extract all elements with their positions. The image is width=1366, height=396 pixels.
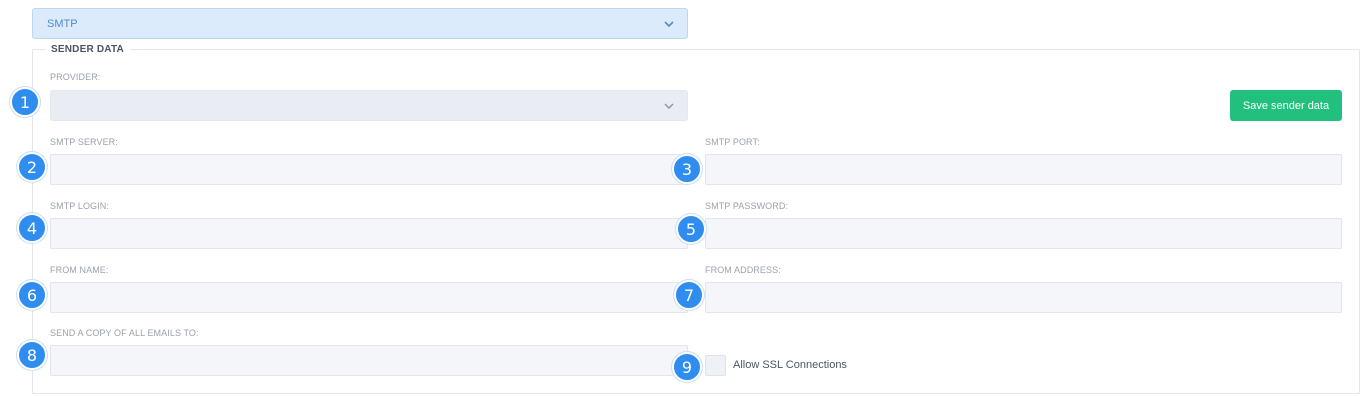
provider-select[interactable] bbox=[50, 90, 688, 121]
badge-5: 5 bbox=[676, 214, 706, 244]
badge-9: 9 bbox=[672, 352, 702, 382]
copy-emails-input[interactable] bbox=[50, 345, 688, 376]
save-sender-data-button[interactable]: Save sender data bbox=[1230, 90, 1342, 121]
provider-label: PROVIDER: bbox=[50, 72, 101, 82]
from-address-label: FROM ADDRESS: bbox=[705, 265, 781, 275]
smtp-port-input[interactable] bbox=[705, 154, 1342, 185]
smtp-server-input[interactable] bbox=[50, 154, 688, 185]
email-mode-value: SMTP bbox=[47, 17, 78, 30]
smtp-login-input[interactable] bbox=[50, 218, 688, 249]
allow-ssl-checkbox[interactable] bbox=[705, 355, 726, 376]
smtp-password-input[interactable] bbox=[705, 218, 1342, 249]
badge-4: 4 bbox=[17, 213, 47, 243]
chevron-down-icon bbox=[664, 103, 674, 109]
badge-7: 7 bbox=[674, 280, 704, 310]
smtp-port-label: SMTP PORT: bbox=[705, 137, 760, 147]
email-mode-select[interactable]: SMTP bbox=[32, 8, 688, 39]
badge-2: 2 bbox=[17, 152, 47, 182]
copy-emails-label: SEND A COPY OF ALL EMAILS TO: bbox=[50, 328, 199, 338]
badge-1: 1 bbox=[10, 87, 40, 117]
badge-8: 8 bbox=[17, 340, 47, 370]
badge-3: 3 bbox=[672, 154, 702, 184]
sender-data-legend: SENDER DATA bbox=[51, 44, 124, 55]
smtp-login-label: SMTP LOGIN: bbox=[50, 201, 109, 211]
allow-ssl-label: Allow SSL Connections bbox=[733, 359, 847, 371]
from-name-label: FROM NAME: bbox=[50, 265, 109, 275]
from-address-input[interactable] bbox=[705, 282, 1342, 313]
smtp-server-label: SMTP SERVER: bbox=[50, 137, 118, 147]
smtp-password-label: SMTP PASSWORD: bbox=[705, 201, 789, 211]
chevron-down-icon bbox=[664, 21, 674, 28]
badge-6: 6 bbox=[17, 280, 47, 310]
from-name-input[interactable] bbox=[50, 282, 688, 313]
